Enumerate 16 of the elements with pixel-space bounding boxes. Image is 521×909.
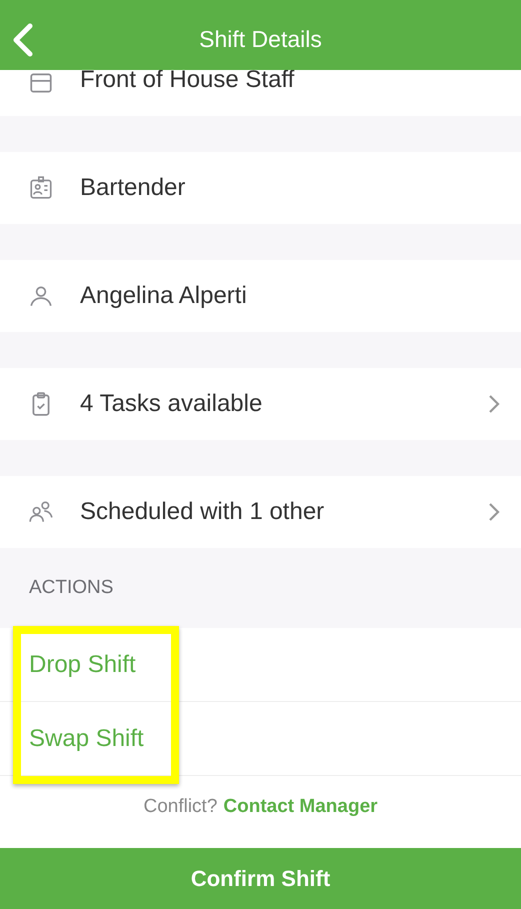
detail-row[interactable]: 4 Tasks available [0, 368, 521, 440]
people-icon [28, 499, 54, 525]
detail-label: Angelina Alperti [80, 282, 248, 310]
action-link[interactable]: Drop Shift [29, 650, 136, 678]
contact-manager-link[interactable]: Contact Manager [223, 796, 378, 818]
detail-label: 4 Tasks available [80, 390, 264, 418]
screen-title: Shift Details [199, 26, 322, 52]
section-heading: ACTIONS [29, 577, 114, 599]
detail-label: Front of House Staff [80, 66, 296, 94]
action-link[interactable]: Swap Shift [29, 724, 144, 752]
detail-row[interactable]: Scheduled with 1 other [0, 476, 521, 548]
detail-label: Bartender [80, 174, 186, 202]
detail-label: Scheduled with 1 other [80, 498, 326, 526]
conflict-text: Conflict? [143, 796, 218, 817]
badge-icon [28, 175, 54, 201]
confirm-button[interactable]: Confirm Shift [0, 848, 521, 909]
